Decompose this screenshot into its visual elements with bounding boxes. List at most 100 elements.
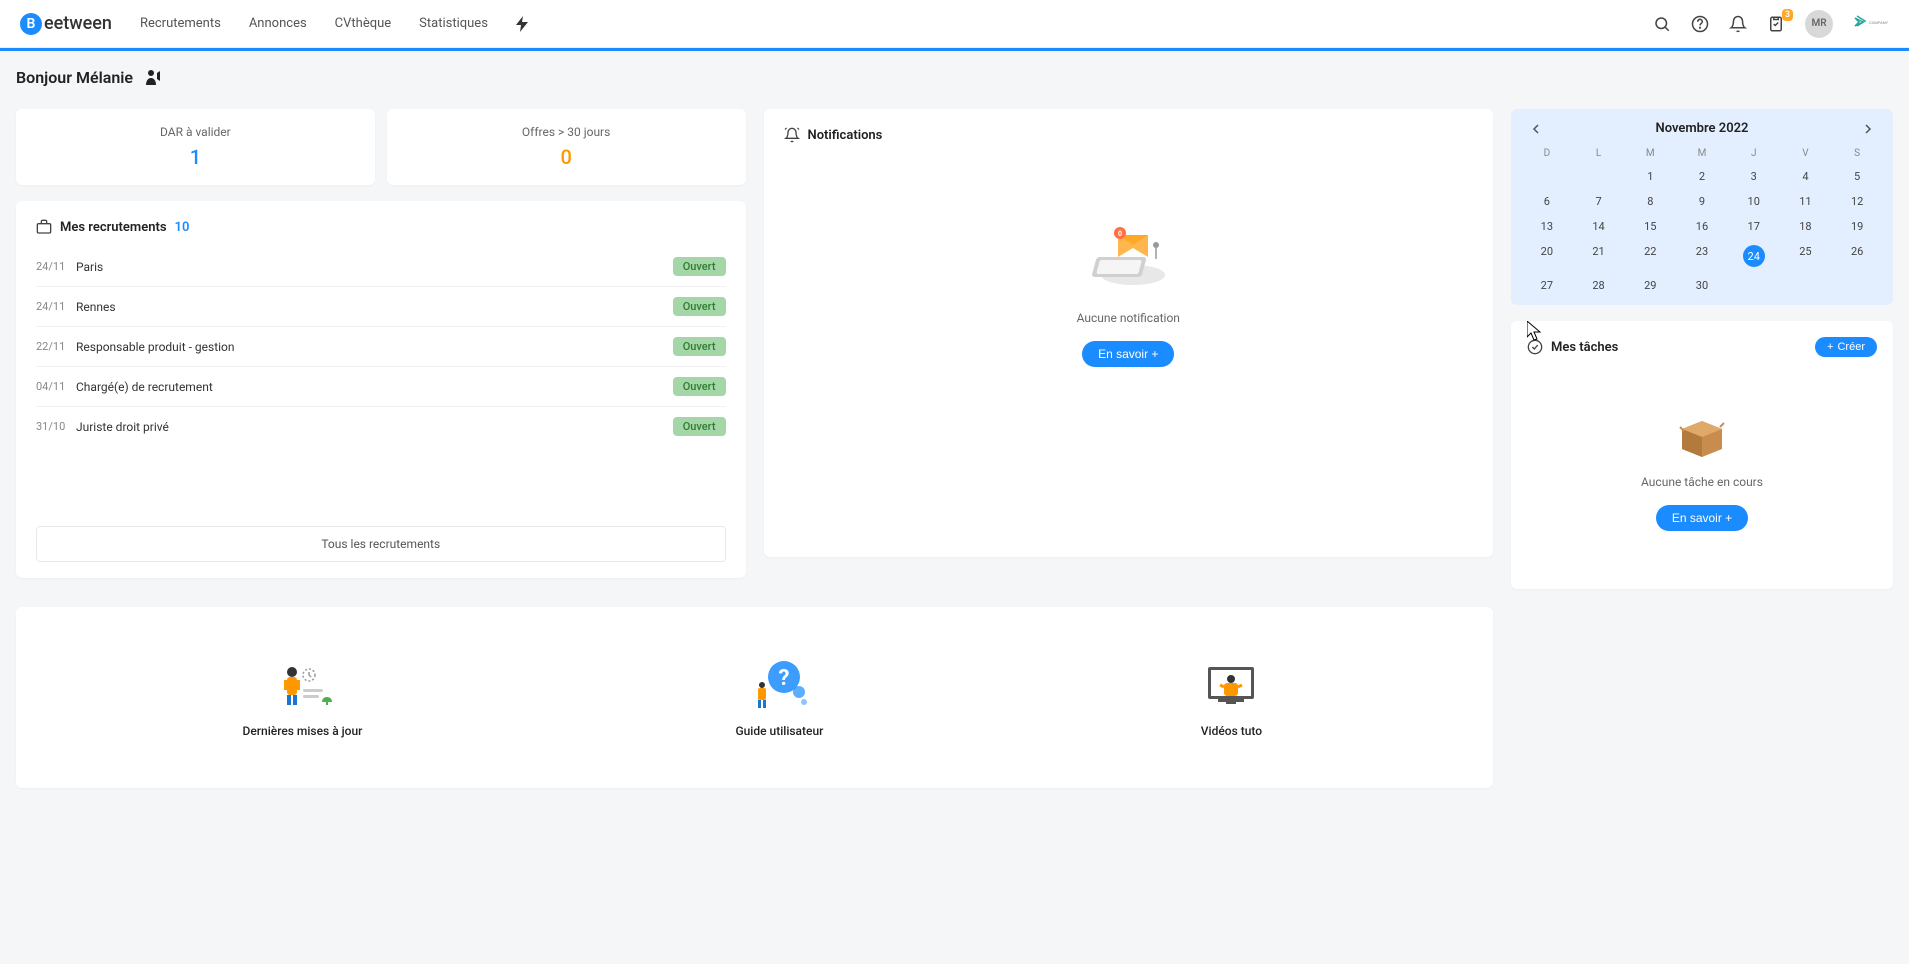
calendar-day[interactable]: 12 bbox=[1831, 190, 1883, 213]
recruit-title: Juriste droit privé bbox=[76, 420, 673, 434]
create-task-button[interactable]: + Créer bbox=[1815, 337, 1877, 357]
recruitments-card: Mes recrutements 10 24/11 Paris Ouvert24… bbox=[16, 201, 746, 578]
calendar-day[interactable]: 3 bbox=[1728, 165, 1780, 188]
company-logo[interactable]: COMPANY bbox=[1853, 14, 1889, 34]
calendar-day[interactable]: 29 bbox=[1624, 274, 1676, 297]
calendar-day[interactable]: 4 bbox=[1780, 165, 1832, 188]
tasks-empty: Aucune tâche en cours bbox=[1641, 475, 1763, 489]
status-badge: Ouvert bbox=[673, 257, 726, 276]
header-right: 3 MR COMPANY bbox=[1653, 10, 1889, 38]
bolt-icon[interactable] bbox=[516, 16, 528, 32]
nav-annonces[interactable]: Annonces bbox=[249, 16, 307, 31]
calendar-day bbox=[1573, 165, 1625, 188]
recruit-row[interactable]: 24/11 Rennes Ouvert bbox=[36, 287, 726, 327]
recruit-row[interactable]: 24/11 Paris Ouvert bbox=[36, 247, 726, 287]
calendar-day[interactable]: 22 bbox=[1624, 240, 1676, 272]
logo[interactable]: Beetween bbox=[20, 13, 112, 35]
calendar-day[interactable]: 27 bbox=[1521, 274, 1573, 297]
tasks-learn-more-button[interactable]: En savoir + bbox=[1656, 505, 1748, 531]
recruit-date: 24/11 bbox=[36, 300, 76, 313]
help-updates[interactable]: Dernières mises à jour bbox=[243, 657, 363, 738]
calendar-dow: V bbox=[1780, 144, 1832, 163]
calendar-day bbox=[1521, 165, 1573, 188]
status-badge: Ouvert bbox=[673, 417, 726, 436]
calendar-day[interactable]: 21 bbox=[1573, 240, 1625, 272]
recruitments-count: 10 bbox=[175, 220, 190, 235]
recruitments-title: Mes recrutements bbox=[60, 220, 167, 235]
calendar-day[interactable]: 26 bbox=[1831, 240, 1883, 272]
svg-text:?: ? bbox=[779, 666, 790, 691]
help-updates-label: Dernières mises à jour bbox=[243, 724, 363, 738]
calendar-day[interactable]: 30 bbox=[1676, 274, 1728, 297]
calendar-day[interactable]: 9 bbox=[1676, 190, 1728, 213]
calendar-day[interactable]: 13 bbox=[1521, 215, 1573, 238]
calendar-next-button[interactable] bbox=[1857, 122, 1879, 136]
calendar: Novembre 2022 DLMMJVS1234567891011121314… bbox=[1511, 109, 1893, 305]
calendar-dow: M bbox=[1624, 144, 1676, 163]
briefcase-icon bbox=[36, 219, 52, 235]
logo-icon: B bbox=[20, 13, 42, 35]
calendar-day[interactable]: 2 bbox=[1676, 165, 1728, 188]
help-icon[interactable] bbox=[1691, 15, 1709, 33]
calendar-day[interactable]: 10 bbox=[1728, 190, 1780, 213]
recruit-date: 04/11 bbox=[36, 380, 76, 393]
recruit-title: Chargé(e) de recrutement bbox=[76, 380, 673, 394]
greeting-row: Bonjour Mélanie bbox=[16, 67, 1893, 87]
calendar-day[interactable]: 25 bbox=[1780, 240, 1832, 272]
avatar[interactable]: MR bbox=[1805, 10, 1833, 38]
updates-illustration bbox=[267, 657, 337, 712]
notifications-card: Notifications 0 Aucune notification En s… bbox=[764, 109, 1494, 557]
calendar-day[interactable]: 28 bbox=[1573, 274, 1625, 297]
calendar-day[interactable]: 18 bbox=[1780, 215, 1832, 238]
nav: Recrutements Annonces CVthèque Statistiq… bbox=[140, 16, 528, 32]
calendar-day[interactable]: 17 bbox=[1728, 215, 1780, 238]
recruit-row[interactable]: 31/10 Juriste droit privé Ouvert bbox=[36, 407, 726, 446]
calendar-day[interactable]: 16 bbox=[1676, 215, 1728, 238]
calendar-day bbox=[1780, 274, 1832, 297]
status-badge: Ouvert bbox=[673, 377, 726, 396]
calendar-dow: J bbox=[1728, 144, 1780, 163]
calendar-day[interactable]: 5 bbox=[1831, 165, 1883, 188]
calendar-title: Novembre 2022 bbox=[1656, 121, 1749, 136]
logo-text: eetween bbox=[44, 13, 112, 34]
calendar-day[interactable]: 20 bbox=[1521, 240, 1573, 272]
clipboard-icon[interactable]: 3 bbox=[1767, 15, 1785, 33]
all-recruitments-button[interactable]: Tous les recrutements bbox=[36, 526, 726, 562]
calendar-dow: M bbox=[1676, 144, 1728, 163]
stat-dar[interactable]: DAR à valider 1 bbox=[16, 109, 375, 185]
nav-cvtheque[interactable]: CVthèque bbox=[335, 16, 392, 31]
calendar-day[interactable]: 7 bbox=[1573, 190, 1625, 213]
guide-illustration: ? bbox=[744, 657, 814, 712]
calendar-day[interactable]: 24 bbox=[1728, 240, 1780, 272]
calendar-prev-button[interactable] bbox=[1525, 122, 1547, 136]
bell-icon[interactable] bbox=[1729, 15, 1747, 33]
nav-recrutements[interactable]: Recrutements bbox=[140, 16, 221, 31]
svg-text:COMPANY: COMPANY bbox=[1869, 20, 1889, 25]
recruit-row[interactable]: 22/11 Responsable produit - gestion Ouve… bbox=[36, 327, 726, 367]
calendar-day[interactable]: 8 bbox=[1624, 190, 1676, 213]
help-section: Dernières mises à jour ? Guide utilisate… bbox=[16, 607, 1493, 788]
recruit-title: Responsable produit - gestion bbox=[76, 340, 673, 354]
wave-icon bbox=[143, 67, 165, 87]
bell-ring-icon bbox=[784, 127, 800, 143]
stat-offers[interactable]: Offres > 30 jours 0 bbox=[387, 109, 746, 185]
calendar-day[interactable]: 6 bbox=[1521, 190, 1573, 213]
calendar-dow: S bbox=[1831, 144, 1883, 163]
videos-illustration bbox=[1196, 657, 1266, 712]
recruit-row[interactable]: 04/11 Chargé(e) de recrutement Ouvert bbox=[36, 367, 726, 407]
notifications-empty: Aucune notification bbox=[1077, 311, 1180, 325]
stat-dar-label: DAR à valider bbox=[28, 125, 363, 139]
calendar-day[interactable]: 1 bbox=[1624, 165, 1676, 188]
calendar-day[interactable]: 15 bbox=[1624, 215, 1676, 238]
help-videos[interactable]: Vidéos tuto bbox=[1196, 657, 1266, 738]
calendar-day[interactable]: 23 bbox=[1676, 240, 1728, 272]
notifications-learn-more-button[interactable]: En savoir + bbox=[1082, 341, 1174, 367]
nav-statistiques[interactable]: Statistiques bbox=[419, 16, 488, 31]
empty-box-illustration bbox=[1672, 409, 1732, 459]
help-guide[interactable]: ? Guide utilisateur bbox=[735, 657, 823, 738]
header: Beetween Recrutements Annonces CVthèque … bbox=[0, 0, 1909, 48]
calendar-day[interactable]: 11 bbox=[1780, 190, 1832, 213]
calendar-day[interactable]: 14 bbox=[1573, 215, 1625, 238]
calendar-day[interactable]: 19 bbox=[1831, 215, 1883, 238]
search-icon[interactable] bbox=[1653, 15, 1671, 33]
